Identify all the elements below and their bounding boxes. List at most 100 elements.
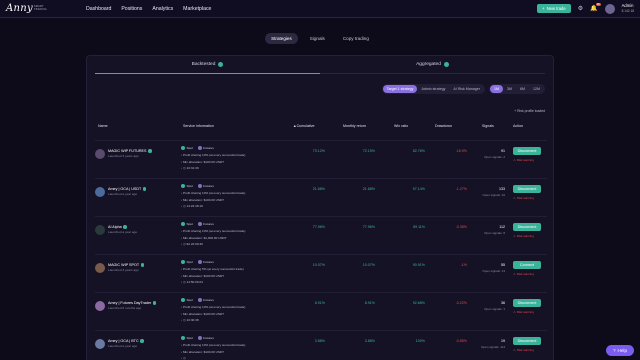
user-balance: $ 142.18	[621, 8, 634, 13]
tab-copy-trading[interactable]: Copy trading	[337, 33, 375, 44]
filter-target-strategy[interactable]: Target 1 strategy	[382, 85, 418, 93]
cumulative-value: 21.68%	[312, 187, 325, 191]
signals-value: 19	[501, 339, 505, 343]
gear-icon[interactable]: ⚙	[578, 5, 583, 12]
profit-sharing: Profit sharing 10% (at every successful …	[181, 342, 245, 348]
cumulative-value: 10.07%	[312, 263, 325, 267]
new-trade-button[interactable]: + New trade	[537, 4, 571, 13]
futures-label: Futures	[203, 298, 214, 302]
col-name[interactable]: Name	[98, 124, 108, 128]
verified-icon	[142, 187, 147, 191]
futures-chip: Futures	[197, 221, 214, 227]
futures-icon	[197, 336, 202, 341]
nav-analytics[interactable]: Analytics	[152, 6, 173, 12]
tab-strategies[interactable]: Strategies	[265, 33, 298, 44]
launched-text: Launched a year ago	[108, 344, 138, 348]
risk-warning[interactable]: ⚠ Risk warning	[513, 272, 541, 276]
strategy-cell[interactable]: MAGIC WIP FUTURES Launched 3 years ago	[95, 149, 152, 159]
avatar	[95, 339, 105, 349]
risk-warning[interactable]: ⚠ Risk warning	[513, 310, 541, 314]
risk-warning[interactable]: ⚠ Risk warning	[513, 158, 541, 162]
tab-signals[interactable]: Signals	[304, 33, 331, 44]
bell-icon[interactable]: 🔔 48	[590, 3, 601, 12]
risk-warning-label: Risk warning	[516, 348, 534, 352]
strategy-cell[interactable]: Amey | OCA | BTC Launched a year ago	[95, 339, 144, 349]
connect-toggle-button[interactable]: Disconnect	[513, 337, 541, 345]
cumulative-value: 77.96%	[312, 225, 325, 229]
uptime-value: 14:24:48.16	[186, 203, 203, 208]
user-avatar[interactable]	[604, 3, 615, 14]
filter-ai-risk-manager[interactable]: AI Risk Manager	[449, 85, 484, 93]
verified-icon	[140, 263, 145, 267]
plus-icon: +	[542, 6, 545, 11]
nav-marketplace[interactable]: Marketplace	[183, 6, 211, 12]
strategy-cell[interactable]: MAGIC WIP SPOT Launched 3 years ago	[95, 263, 145, 273]
cumulative-value: 73.12%	[312, 149, 325, 153]
risk-warning-label: Risk warning	[516, 272, 534, 276]
spot-icon	[181, 298, 185, 303]
period-6m[interactable]: 6M	[516, 85, 529, 93]
connect-toggle-button[interactable]: Disconnect	[513, 299, 541, 307]
monthly-value: 8.91%	[364, 301, 375, 305]
col-monthly[interactable]: Monthly return	[343, 124, 366, 128]
col-drawdown[interactable]: Drawdown	[435, 124, 452, 128]
service-info: Spot Futures Profit sharing 10% (at ever…	[181, 335, 245, 360]
uptime: ◷ 14:50:00.04	[181, 279, 244, 285]
uptime-value: 10:30:38	[186, 317, 199, 322]
user-name: Admin	[621, 2, 634, 8]
action-cell: Connect ⚠ Risk warning	[513, 261, 541, 276]
subtabs: Backtested Aggregated	[95, 56, 545, 74]
monthly-value: 3.88%	[364, 339, 375, 343]
signals-cell: 112 Open signals: 8	[483, 225, 505, 235]
table-row: MAGIC WIP FUTURES Launched 3 years ago S…	[95, 140, 547, 178]
drawdown-value: -0.22%	[455, 301, 467, 305]
risk-profile-link[interactable]: + Risk profile loaded	[514, 109, 545, 113]
nav-dashboard[interactable]: Dashboard	[86, 6, 111, 12]
col-cumulative[interactable]: ▲ Cumulative	[293, 124, 315, 128]
connect-toggle-button[interactable]: Disconnect	[513, 147, 541, 155]
profit-sharing: Profit sharing 10% (at every successful …	[181, 190, 245, 196]
table-row: Amey | Futures DayTrader Launched 6 mont…	[95, 292, 547, 330]
col-winratio[interactable]: Win ratio	[394, 124, 408, 128]
subtab-aggregated[interactable]: Aggregated	[320, 56, 545, 73]
risk-warning[interactable]: ⚠ Risk warning	[513, 234, 541, 238]
connect-toggle-button[interactable]: Connect	[513, 261, 541, 269]
strategy-cell[interactable]: AI Alpha Launched a year ago	[95, 225, 137, 235]
strategy-filter-group: Target 1 strategy Admin strategy AI Risk…	[381, 84, 485, 94]
period-1m[interactable]: 1M	[490, 85, 503, 93]
period-12m[interactable]: 12M	[529, 85, 544, 93]
action-cell: Disconnect ⚠ Risk warning	[513, 337, 541, 352]
signals-value: 112	[499, 225, 505, 229]
strategy-cell[interactable]: Amey | OCA | USDT Launched a year ago	[95, 187, 147, 197]
brand-logo[interactable]: Anny SMART TRADING	[6, 3, 52, 14]
nav-positions[interactable]: Positions	[121, 6, 142, 12]
launched-text: Launched 3 years ago	[108, 154, 139, 158]
col-action[interactable]: Action	[513, 124, 523, 128]
connect-toggle-button[interactable]: Disconnect	[513, 223, 541, 231]
connect-toggle-button[interactable]: Disconnect	[513, 185, 541, 193]
table-row: AI Alpha Launched a year ago Spot Future…	[95, 216, 547, 254]
col-signals[interactable]: Signals	[482, 124, 494, 128]
signals-cell: 36 Open signals: 1	[483, 301, 505, 311]
spot-icon	[181, 260, 185, 265]
open-signals: Open signals: 2	[484, 155, 505, 159]
winratio-value: 100%	[415, 339, 425, 343]
futures-chip: Futures	[197, 297, 214, 303]
risk-warning[interactable]: ⚠ Risk warning	[513, 196, 541, 200]
user-info[interactable]: Admin $ 142.18	[621, 2, 634, 13]
risk-warning[interactable]: ⚠ Risk warning	[513, 348, 541, 352]
help-button[interactable]: ? Help	[605, 345, 634, 356]
subtab-backtested[interactable]: Backtested	[95, 56, 320, 74]
strategy-cell[interactable]: Amey | Futures DayTrader Launched 6 mont…	[95, 301, 157, 311]
verified-icon	[147, 149, 152, 153]
spot-chip: Spot	[181, 221, 193, 227]
profit-sharing: Profit sharing 10% (at every successful …	[181, 152, 245, 158]
verified-icon	[123, 225, 127, 229]
col-service[interactable]: Service information	[183, 124, 214, 128]
open-signals: Open signals: 8	[484, 231, 505, 235]
filter-admin-strategy[interactable]: Admin strategy	[417, 85, 449, 93]
strategy-name: MAGIC WIP FUTURES	[108, 149, 147, 153]
launched-text: Launched a year ago	[108, 230, 138, 234]
futures-icon	[197, 184, 202, 189]
period-3m[interactable]: 3M	[503, 85, 516, 93]
